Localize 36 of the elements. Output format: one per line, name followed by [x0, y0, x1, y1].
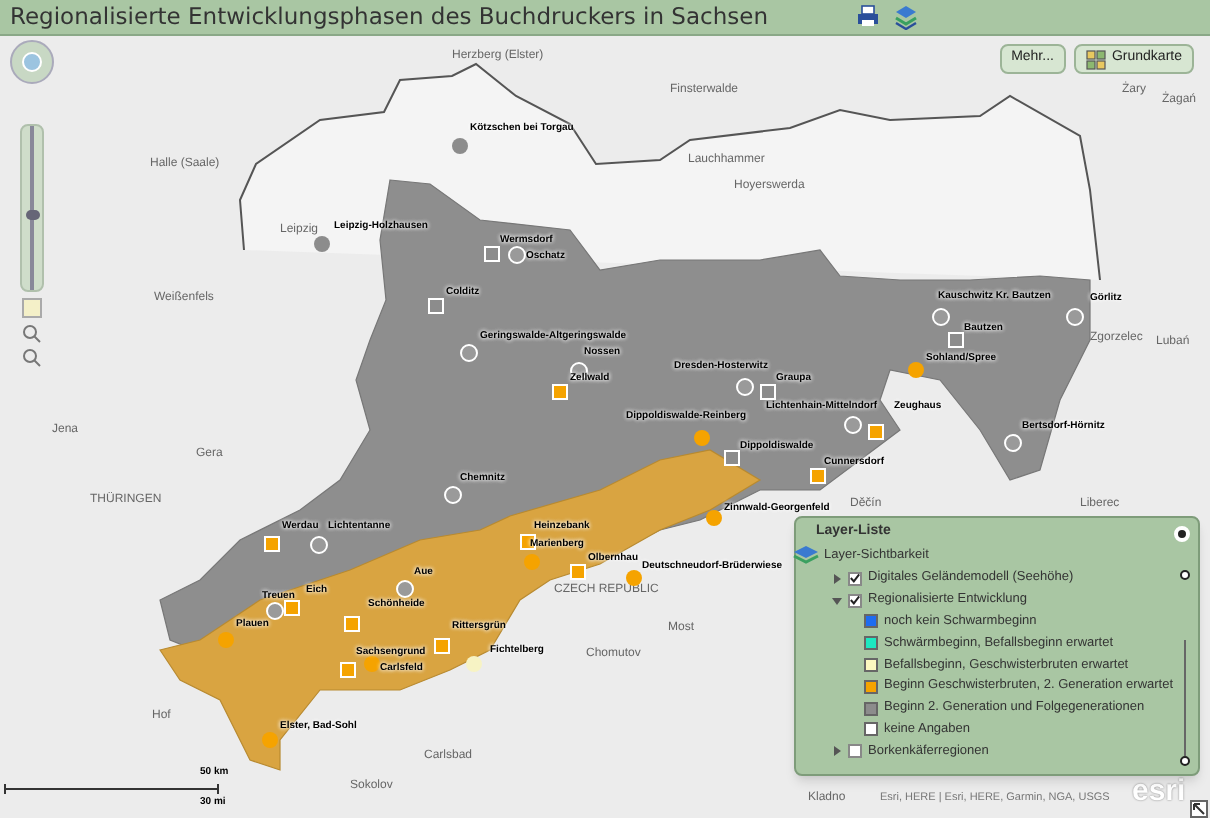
- square-marker[interactable]: [868, 424, 884, 440]
- square-marker[interactable]: [264, 536, 280, 552]
- app-title: Regionalisierte Entwicklungsphasen des Buchdruckers in Sachsen: [10, 5, 768, 29]
- pan-control[interactable]: [10, 40, 54, 84]
- expand-toggle[interactable]: [832, 573, 842, 583]
- printer-icon[interactable]: [856, 4, 880, 28]
- expand-toggle[interactable]: [832, 746, 842, 757]
- square-marker[interactable]: [570, 564, 586, 580]
- square-marker[interactable]: [344, 616, 360, 632]
- grid-icon: [1085, 49, 1106, 69]
- tool-button[interactable]: [22, 298, 42, 318]
- zoom-out-icon[interactable]: [22, 348, 42, 368]
- square-marker[interactable]: [760, 384, 776, 400]
- layer-checkbox[interactable]: [848, 744, 862, 759]
- square-marker[interactable]: [428, 298, 444, 314]
- globe-icon: [22, 52, 42, 72]
- square-marker[interactable]: [284, 600, 300, 616]
- ring-marker[interactable]: [266, 602, 284, 620]
- square-marker[interactable]: [340, 662, 356, 678]
- zoom-in-icon[interactable]: [22, 324, 42, 344]
- square-marker[interactable]: [552, 384, 568, 400]
- zoom-slider[interactable]: [20, 124, 44, 292]
- square-marker[interactable]: [948, 332, 964, 348]
- square-marker[interactable]: [724, 450, 740, 466]
- resize-icon[interactable]: [1190, 800, 1208, 818]
- square-marker[interactable]: [484, 246, 500, 262]
- close-icon[interactable]: [1174, 525, 1190, 541]
- square-marker[interactable]: [810, 468, 826, 484]
- layer-stack-icon: [792, 544, 820, 566]
- slider-thumb[interactable]: [25, 209, 39, 220]
- scrollbar[interactable]: [1178, 566, 1190, 770]
- layers-icon[interactable]: [894, 4, 918, 30]
- square-marker[interactable]: [434, 638, 450, 654]
- layer-checkbox[interactable]: [848, 571, 862, 585]
- expand-toggle[interactable]: [832, 595, 842, 605]
- layer-checkbox[interactable]: [848, 593, 862, 607]
